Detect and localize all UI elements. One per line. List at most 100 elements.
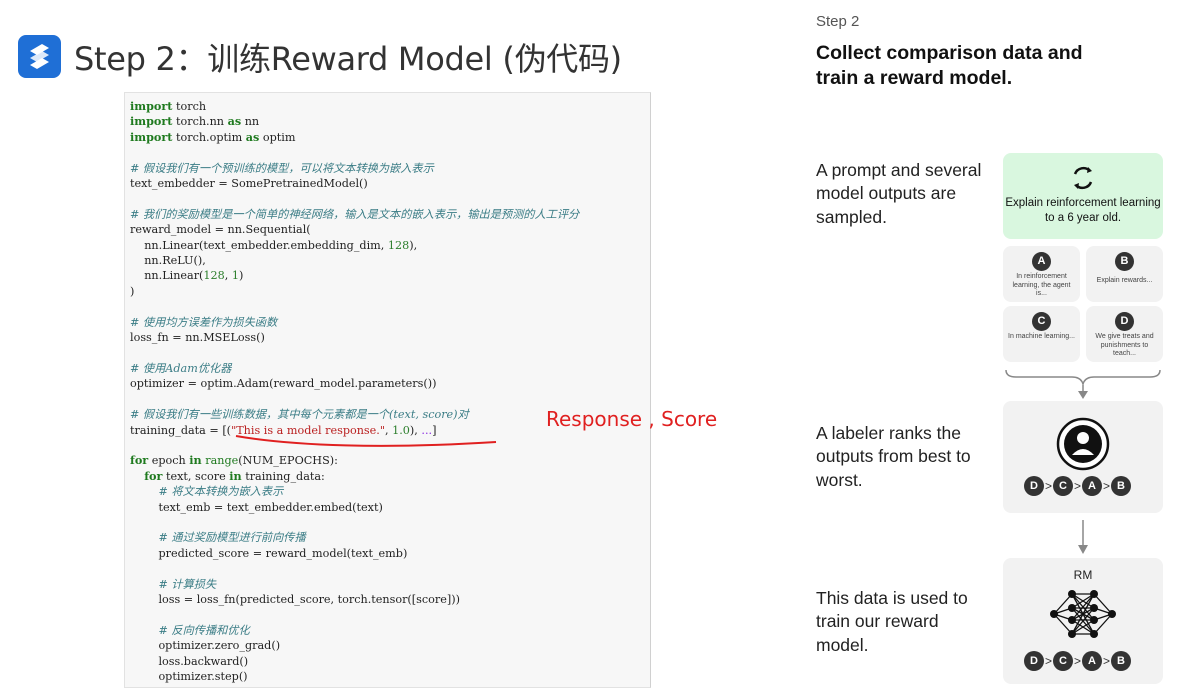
option-letter: B bbox=[1115, 252, 1134, 271]
code-line: import torch.optim as optim bbox=[130, 130, 579, 145]
code-line: loss = loss_fn(predicted_score, torch.te… bbox=[130, 592, 579, 607]
refresh-icon bbox=[1073, 166, 1093, 190]
prompt-card: Explain reinforcement learning to a 6 ye… bbox=[1003, 153, 1163, 239]
code-block: import torch import torch.nn as nn import … bbox=[130, 99, 579, 684]
code-token: ) bbox=[239, 269, 244, 283]
option-text: We give treats and punishments to teach.… bbox=[1095, 333, 1154, 357]
code-line: import torch bbox=[130, 99, 579, 114]
code-line: # 使用Adam优化器 bbox=[130, 361, 579, 376]
code-token: import bbox=[130, 99, 173, 113]
code-token: text_emb = text_embedder.embed(text) bbox=[130, 500, 383, 514]
code-token: loss_fn = nn.MSELoss() bbox=[130, 331, 265, 345]
code-token: as bbox=[245, 129, 260, 144]
page-title: Step 2：训练Reward Model (伪代码) bbox=[74, 40, 622, 78]
code-token: # 我们的奖励模型是一个简单的神经网络，输入是文本的嵌入表示，输出是预测的人工评… bbox=[130, 207, 580, 221]
code-token: epoch bbox=[148, 454, 190, 468]
option-text: In reinforcement learning, the agent is.… bbox=[1012, 273, 1071, 297]
code-line: # 使用均方误差作为损失函数 bbox=[130, 315, 579, 330]
code-token: , bbox=[224, 269, 232, 283]
red-underline-mark bbox=[235, 435, 497, 447]
code-token: 128 bbox=[203, 269, 225, 283]
code-token: 128 bbox=[387, 238, 410, 252]
code-token: # 假设我们有一些训练数据，其中每个元素都是一个(text, score)对 bbox=[130, 408, 469, 422]
option-text: Explain rewards... bbox=[1096, 277, 1153, 284]
code-line: optimizer = optim.Adam(reward_model.para… bbox=[130, 376, 579, 391]
code-token: training_data: bbox=[241, 469, 325, 483]
rank-item: D bbox=[1024, 476, 1044, 496]
logo-icon bbox=[18, 35, 61, 78]
code-token: range bbox=[205, 454, 239, 468]
code-line: loss.backward() bbox=[130, 654, 579, 669]
code-token: # 反向传播和优化 bbox=[158, 623, 250, 637]
code-token: in bbox=[229, 468, 242, 483]
output-card-a: A In reinforcement learning, the agent i… bbox=[1003, 246, 1080, 302]
code-line: text_emb = text_embedder.embed(text) bbox=[130, 500, 579, 515]
code-token: nn bbox=[241, 115, 260, 129]
description-sample: A prompt and several model outputs are s… bbox=[816, 160, 982, 227]
code-line: # 计算损失 bbox=[130, 577, 579, 592]
code-token: (NUM_EPOCHS): bbox=[238, 454, 338, 468]
code-line: nn.Linear(128, 1) bbox=[130, 268, 579, 283]
code-token: text, score bbox=[162, 469, 230, 483]
code-token: training_data = [( bbox=[130, 423, 232, 437]
code-token: # 通过奖励模型进行前向传播 bbox=[158, 531, 306, 545]
code-token: import bbox=[130, 129, 173, 144]
code-line: # 假设我们有一些训练数据，其中每个元素都是一个(text, score)对 bbox=[130, 407, 579, 422]
step-heading: Collect comparison data and train a rewa… bbox=[816, 42, 1083, 89]
code-panel: import torch import torch.nn as nn import … bbox=[124, 92, 651, 688]
ranking-row: D > C > A > B bbox=[1024, 651, 1131, 671]
description-rank: A labeler ranks the outputs from best to… bbox=[816, 423, 971, 490]
response-score-annotation: Response , Score bbox=[546, 407, 718, 431]
code-line: optimizer.zero_grad() bbox=[130, 638, 579, 653]
code-token: in bbox=[189, 453, 202, 468]
code-line: # 通过奖励模型进行前向传播 bbox=[130, 530, 579, 545]
code-token: torch bbox=[172, 100, 207, 113]
code-token: reward_model = nn.Sequential( bbox=[130, 223, 311, 237]
rank-item: C bbox=[1053, 651, 1073, 671]
code-line: for epoch in range(NUM_EPOCHS): bbox=[130, 453, 579, 468]
code-token: 1 bbox=[231, 269, 240, 283]
output-card-c: C In machine learning... bbox=[1003, 306, 1080, 362]
code-token: nn.Linear( bbox=[130, 269, 204, 283]
code-line: reward_model = nn.Sequential( bbox=[130, 222, 579, 237]
option-letter: D bbox=[1115, 312, 1134, 331]
code-token: ), bbox=[409, 238, 418, 252]
neural-network-icon bbox=[1050, 590, 1116, 638]
option-text: In machine learning... bbox=[1008, 333, 1075, 340]
code-token: import bbox=[130, 114, 173, 129]
output-card-d: D We give treats and punishments to teac… bbox=[1086, 306, 1163, 362]
ranking-row: D > C > A > B bbox=[1024, 476, 1131, 496]
code-token: ) bbox=[130, 284, 135, 298]
code-token: optimizer.step() bbox=[130, 670, 248, 684]
code-token: nn.ReLU(), bbox=[130, 254, 206, 268]
rank-item: A bbox=[1082, 651, 1102, 671]
code-line: # 将文本转换为嵌入表示 bbox=[130, 484, 579, 499]
rm-label: RM bbox=[1073, 568, 1093, 582]
description-train: This data is used to train our reward mo… bbox=[816, 588, 968, 655]
code-line: ) bbox=[130, 284, 579, 299]
code-token: as bbox=[227, 114, 242, 129]
code-token: optim bbox=[259, 130, 296, 144]
code-token: torch.optim bbox=[172, 130, 246, 144]
rank-item: D bbox=[1024, 651, 1044, 671]
code-token: torch.nn bbox=[172, 115, 228, 129]
code-line: optimizer.step() bbox=[130, 669, 579, 684]
code-line: # 假设我们有一个预训练的模型，可以将文本转换为嵌入表示 bbox=[130, 161, 579, 176]
prompt-text: Explain reinforcement learning to a 6 ye… bbox=[1005, 197, 1161, 224]
code-token: for bbox=[144, 468, 163, 483]
step-label: Step 2 bbox=[816, 13, 860, 30]
code-token: nn.Linear(text_embedder.embedding_dim, bbox=[130, 238, 388, 252]
person-icon bbox=[1056, 417, 1110, 471]
code-token: predicted_score = reward_model(text_emb) bbox=[130, 546, 408, 560]
code-line: for text, score in training_data: bbox=[130, 469, 579, 484]
code-line: import torch.nn as nn bbox=[130, 114, 579, 129]
code-line: nn.ReLU(), bbox=[130, 253, 579, 268]
